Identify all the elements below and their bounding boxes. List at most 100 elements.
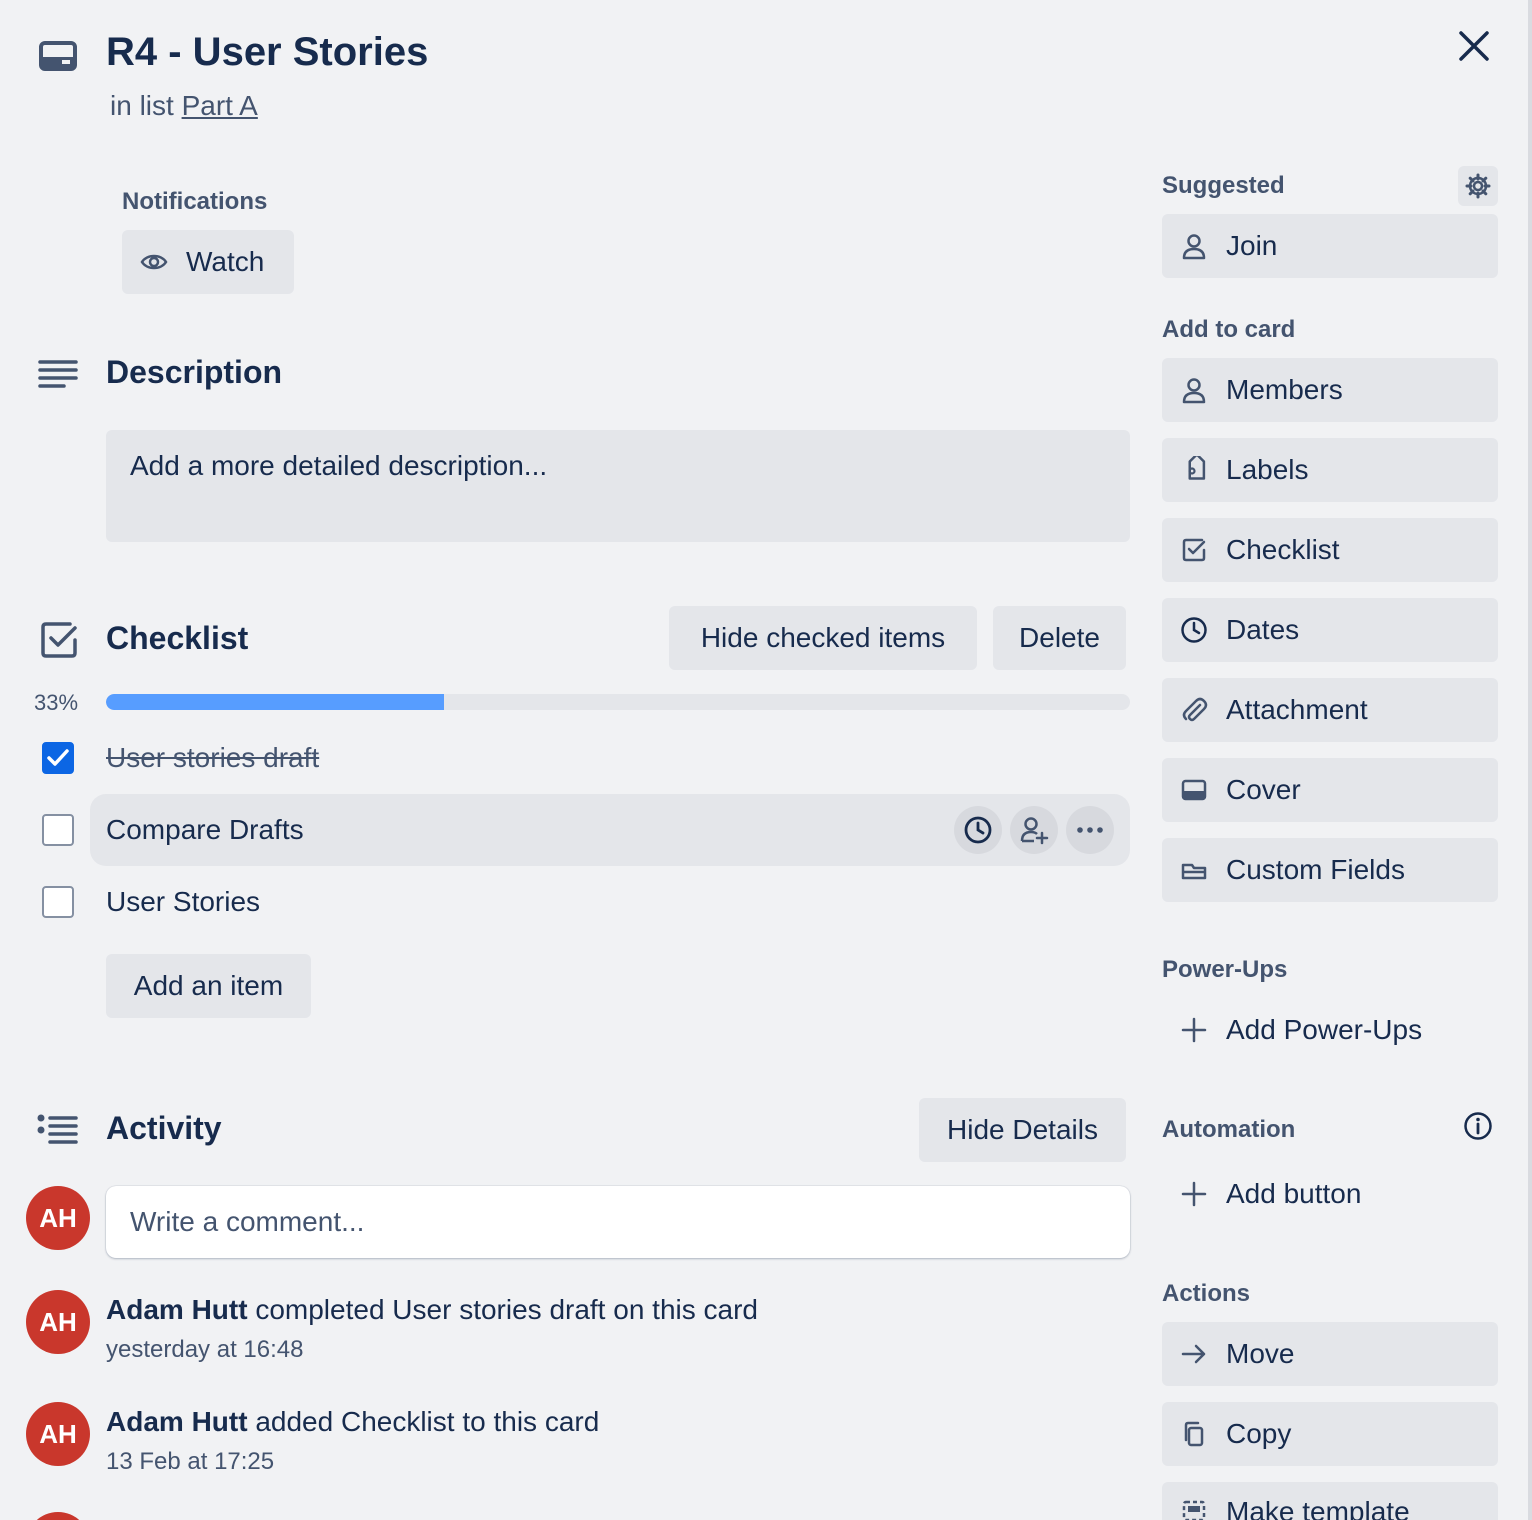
list-link[interactable]: Part A [182, 90, 258, 121]
copy-button[interactable]: Copy [1162, 1402, 1498, 1466]
description-icon [38, 354, 78, 394]
custom-fields-button[interactable]: Custom Fields [1162, 838, 1498, 902]
template-icon [1182, 1500, 1206, 1520]
progress-fill [106, 694, 444, 710]
copy-icon [1184, 1421, 1204, 1447]
watch-button[interactable]: Watch [122, 230, 294, 294]
copy-label: Copy [1226, 1418, 1292, 1449]
activity-timestamp[interactable]: yesterday at 16:48 [106, 1336, 303, 1364]
hide-checked-items-button[interactable]: Hide checked items [669, 606, 977, 670]
gear-icon [1465, 173, 1491, 199]
add-powerups-label: Add Power-Ups [1226, 1014, 1423, 1045]
make-template-label: Make template [1226, 1496, 1410, 1520]
notifications-label: Notifications [122, 188, 268, 215]
add-member-icon [1020, 817, 1049, 845]
arrow-right-icon [1181, 1344, 1206, 1364]
automation-info-button[interactable] [1460, 1108, 1496, 1144]
add-item-button[interactable]: Add an item [106, 954, 311, 1018]
labels-label: Labels [1226, 454, 1309, 485]
activity-user[interactable]: Adam Hutt [106, 1406, 248, 1437]
dates-button[interactable]: Dates [1162, 598, 1498, 662]
checklist-icon [40, 620, 80, 660]
join-label: Join [1226, 230, 1278, 261]
card-icon [38, 40, 78, 72]
attachment-button[interactable]: Attachment [1162, 678, 1498, 742]
tag-icon [1188, 456, 1206, 480]
activity-user[interactable]: Adam Hutt [106, 1294, 248, 1325]
description-input[interactable]: Add a more detailed description... [106, 430, 1130, 542]
person-icon [1182, 378, 1206, 404]
activity-title: Activity [106, 1110, 222, 1146]
progress-bar [106, 694, 1130, 710]
dates-label: Dates [1226, 614, 1300, 645]
add-automation-button[interactable]: Add button [1162, 1162, 1498, 1226]
custom-fields-icon [1181, 863, 1207, 880]
checklist-label: Checklist [1226, 534, 1340, 565]
item-assign-button[interactable] [1010, 806, 1058, 854]
labels-button[interactable]: Labels [1162, 438, 1498, 502]
activity-entry-2: Adam Hutt added Checklist to this card [106, 1406, 599, 1438]
move-label: Move [1226, 1338, 1295, 1369]
more-icon [1077, 827, 1103, 833]
cover-icon [1181, 779, 1207, 801]
close-icon [1459, 31, 1489, 61]
checklist-item-text-2[interactable]: Compare Drafts [106, 814, 304, 846]
activity-icon [36, 1110, 78, 1150]
suggested-label: Suggested [1162, 172, 1285, 199]
checklist-checkbox-1[interactable] [42, 742, 74, 774]
avatar[interactable]: AH [26, 1186, 90, 1250]
add-to-card-label: Add to card [1162, 316, 1296, 343]
checklist-title: Checklist [106, 620, 249, 656]
add-button-label: Add button [1226, 1178, 1362, 1209]
hide-details-button[interactable]: Hide Details [919, 1098, 1126, 1162]
item-more-button[interactable] [1066, 806, 1114, 854]
checklist-icon [1182, 538, 1206, 562]
comment-input[interactable]: Write a comment... [106, 1186, 1130, 1258]
powerups-label: Power-Ups [1162, 956, 1288, 983]
cover-label: Cover [1226, 774, 1301, 805]
move-button[interactable]: Move [1162, 1322, 1498, 1386]
avatar[interactable]: AH [26, 1402, 90, 1466]
activity-entry-1: Adam Hutt completed User stories draft o… [106, 1294, 758, 1326]
description-title: Description [106, 354, 283, 390]
add-powerups-button[interactable]: Add Power-Ups [1162, 998, 1498, 1062]
plus-icon [1181, 1181, 1207, 1207]
join-button[interactable]: Join [1162, 214, 1498, 278]
delete-checklist-button[interactable]: Delete [993, 606, 1126, 670]
activity-timestamp[interactable]: 13 Feb at 17:25 [106, 1448, 274, 1476]
attachment-label: Attachment [1226, 694, 1368, 725]
modal-edge [1528, 0, 1532, 1520]
members-button[interactable]: Members [1162, 358, 1498, 422]
cover-button[interactable]: Cover [1162, 758, 1498, 822]
plus-icon [1181, 1017, 1207, 1043]
clock-icon [1181, 617, 1207, 643]
activity-action: completed User stories draft on this car… [255, 1294, 758, 1325]
activity-action: added Checklist to this card [255, 1406, 600, 1437]
item-due-date-button[interactable] [954, 806, 1002, 854]
avatar[interactable]: AH [26, 1290, 90, 1354]
checklist-item-text-3[interactable]: User Stories [106, 886, 260, 918]
actions-label: Actions [1162, 1280, 1251, 1307]
members-label: Members [1226, 374, 1343, 405]
paperclip-icon [1182, 697, 1208, 722]
progress-percent: 33% [34, 690, 79, 715]
checklist-checkbox-3[interactable] [42, 886, 74, 918]
avatar-partial [26, 1512, 90, 1520]
in-list-prefix: in list [110, 90, 174, 121]
person-icon [1182, 234, 1206, 260]
checkmark-icon [47, 749, 69, 766]
card-title[interactable]: R4 - User Stories [106, 30, 428, 75]
custom-fields-label: Custom Fields [1226, 854, 1405, 885]
checklist-item-text-1[interactable]: User stories draft [106, 742, 319, 774]
automation-label: Automation [1162, 1116, 1296, 1143]
checklist-checkbox-2[interactable] [42, 814, 74, 846]
suggested-settings-button[interactable] [1458, 166, 1498, 206]
make-template-button[interactable]: Make template [1162, 1482, 1498, 1520]
eye-icon [140, 254, 168, 270]
close-button[interactable] [1452, 24, 1496, 68]
clock-icon [964, 816, 992, 844]
checklist-button[interactable]: Checklist [1162, 518, 1498, 582]
in-list-text: in list Part A [110, 90, 258, 122]
info-icon [1464, 1112, 1492, 1140]
watch-label: Watch [186, 246, 265, 277]
